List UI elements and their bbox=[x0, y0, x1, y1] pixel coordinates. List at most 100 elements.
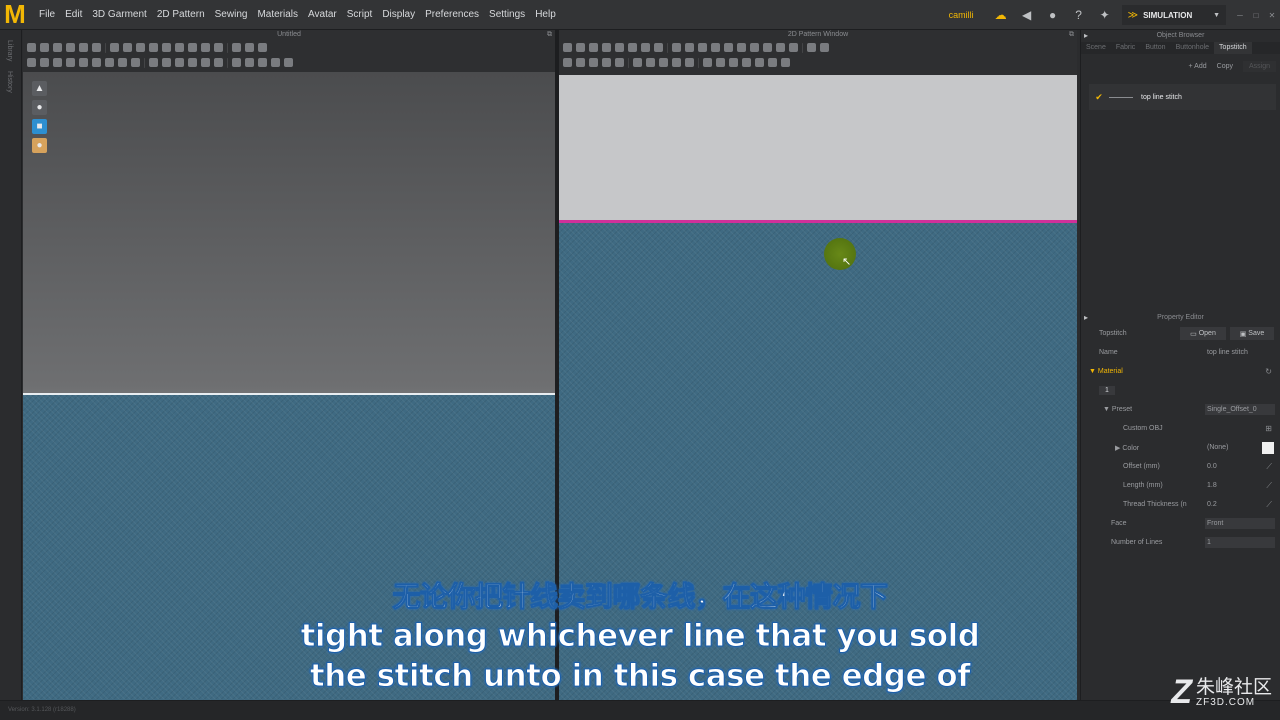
tool-icon[interactable] bbox=[672, 43, 681, 52]
grid-icon[interactable]: ⊞ bbox=[1265, 424, 1272, 433]
material-index-tab[interactable]: 1 bbox=[1099, 386, 1115, 395]
tab-topstitch[interactable]: Topstitch bbox=[1214, 42, 1252, 54]
refresh-icon[interactable]: ↻ bbox=[1265, 367, 1272, 376]
tool-icon[interactable] bbox=[123, 43, 132, 52]
menu-script[interactable]: Script bbox=[344, 9, 380, 20]
tool-icon[interactable] bbox=[79, 58, 88, 67]
open-button[interactable]: ▭ Open bbox=[1180, 327, 1226, 340]
tool-icon[interactable] bbox=[654, 43, 663, 52]
tool-icon[interactable] bbox=[781, 58, 790, 67]
tab-scene[interactable]: Scene bbox=[1081, 42, 1111, 54]
material-section[interactable]: ▼ Material ↻ bbox=[1081, 362, 1280, 381]
tool-icon[interactable] bbox=[40, 58, 49, 67]
close-icon[interactable]: ✕ bbox=[1264, 0, 1280, 30]
tool-icon[interactable] bbox=[602, 58, 611, 67]
picker-icon[interactable]: ⟋ bbox=[1266, 481, 1272, 491]
menu-3d-garment[interactable]: 3D Garment bbox=[89, 9, 153, 20]
popout-icon[interactable]: ⧉ bbox=[547, 30, 552, 40]
tool-icon[interactable] bbox=[628, 43, 637, 52]
tool-icon[interactable] bbox=[175, 43, 184, 52]
tool-icon[interactable] bbox=[245, 43, 254, 52]
tool-icon[interactable] bbox=[162, 43, 171, 52]
tool-icon[interactable] bbox=[188, 43, 197, 52]
tool-icon[interactable] bbox=[672, 58, 681, 67]
tool-icon[interactable] bbox=[641, 43, 650, 52]
list-item[interactable]: ✔ top line stitch bbox=[1089, 84, 1276, 110]
tool-icon[interactable] bbox=[646, 58, 655, 67]
tool-icon[interactable] bbox=[136, 43, 145, 52]
tool-icon[interactable] bbox=[149, 43, 158, 52]
tool-icon[interactable] bbox=[232, 43, 241, 52]
tool-icon[interactable] bbox=[589, 58, 598, 67]
skin-view-icon[interactable]: ● bbox=[32, 138, 47, 153]
menu-materials[interactable]: Materials bbox=[254, 9, 305, 20]
menu-help[interactable]: Help bbox=[532, 9, 563, 20]
tool-icon[interactable] bbox=[66, 58, 75, 67]
picker-icon[interactable]: ⟋ bbox=[1266, 462, 1272, 472]
tool-icon[interactable] bbox=[563, 58, 572, 67]
tool-icon[interactable] bbox=[149, 58, 158, 67]
tool-icon[interactable] bbox=[232, 58, 241, 67]
collapse-arrow-icon[interactable]: ▸ bbox=[1084, 30, 1088, 42]
tool-icon[interactable] bbox=[711, 43, 720, 52]
tool-icon[interactable] bbox=[27, 58, 36, 67]
add-button[interactable]: + Add bbox=[1189, 63, 1207, 70]
menu-edit[interactable]: Edit bbox=[62, 9, 89, 20]
tool-icon[interactable] bbox=[576, 58, 585, 67]
tool-icon[interactable] bbox=[729, 58, 738, 67]
tool-icon[interactable] bbox=[602, 43, 611, 52]
tool-icon[interactable] bbox=[40, 43, 49, 52]
tool-icon[interactable] bbox=[755, 58, 764, 67]
tool-icon[interactable] bbox=[763, 43, 772, 52]
tool-icon[interactable] bbox=[188, 58, 197, 67]
garment-view-icon[interactable]: ▲ bbox=[32, 81, 47, 96]
popout-icon[interactable]: ⧉ bbox=[1069, 30, 1074, 40]
tool-icon[interactable] bbox=[118, 58, 127, 67]
tool-icon[interactable] bbox=[716, 58, 725, 67]
tool-icon[interactable] bbox=[737, 43, 746, 52]
tool-icon[interactable] bbox=[110, 43, 119, 52]
speaker-icon[interactable]: ◀ bbox=[1014, 0, 1040, 30]
menu-2d-pattern[interactable]: 2D Pattern bbox=[154, 9, 212, 20]
tool-icon[interactable] bbox=[633, 58, 642, 67]
tool-icon[interactable] bbox=[214, 43, 223, 52]
user-name[interactable]: camilli bbox=[949, 10, 974, 20]
tool-icon[interactable] bbox=[742, 58, 751, 67]
tool-icon[interactable] bbox=[659, 58, 668, 67]
tab-fabric[interactable]: Fabric bbox=[1111, 42, 1140, 54]
menu-sewing[interactable]: Sewing bbox=[212, 9, 255, 20]
picker-icon[interactable]: ⟋ bbox=[1266, 500, 1272, 510]
tool-icon[interactable] bbox=[162, 58, 171, 67]
tool-icon[interactable] bbox=[685, 58, 694, 67]
collapse-arrow-icon[interactable]: ▸ bbox=[1084, 312, 1088, 324]
library-tab[interactable]: Library bbox=[6, 40, 13, 61]
menu-preferences[interactable]: Preferences bbox=[422, 9, 486, 20]
tool-icon[interactable] bbox=[201, 58, 210, 67]
tool-icon[interactable] bbox=[92, 58, 101, 67]
tool-icon[interactable] bbox=[92, 43, 101, 52]
tool-icon[interactable] bbox=[201, 43, 210, 52]
tool-icon[interactable] bbox=[214, 58, 223, 67]
copy-button[interactable]: Copy bbox=[1217, 63, 1233, 70]
tool-icon[interactable] bbox=[776, 43, 785, 52]
tool-icon[interactable] bbox=[615, 43, 624, 52]
tab-buttonhole[interactable]: Buttonhole bbox=[1171, 42, 1214, 54]
avatar-view-icon[interactable]: ● bbox=[32, 100, 47, 115]
tool-icon[interactable] bbox=[820, 43, 829, 52]
gamepad-icon[interactable]: ✦ bbox=[1092, 0, 1118, 30]
menu-file[interactable]: File bbox=[36, 9, 62, 20]
menu-avatar[interactable]: Avatar bbox=[305, 9, 344, 20]
tool-icon[interactable] bbox=[27, 43, 36, 52]
tool-icon[interactable] bbox=[768, 58, 777, 67]
tool-icon[interactable] bbox=[258, 43, 267, 52]
assign-button[interactable]: Assign bbox=[1242, 60, 1276, 72]
tool-icon[interactable] bbox=[66, 43, 75, 52]
tool-icon[interactable] bbox=[271, 58, 280, 67]
cloud-icon[interactable]: ☁ bbox=[988, 0, 1014, 30]
fabric-view-icon[interactable]: ■ bbox=[32, 119, 47, 134]
tool-icon[interactable] bbox=[615, 58, 624, 67]
color-swatch[interactable] bbox=[1262, 441, 1274, 454]
tool-icon[interactable] bbox=[685, 43, 694, 52]
name-value[interactable]: top line stitch bbox=[1207, 349, 1248, 356]
lines-select[interactable] bbox=[1205, 537, 1275, 548]
